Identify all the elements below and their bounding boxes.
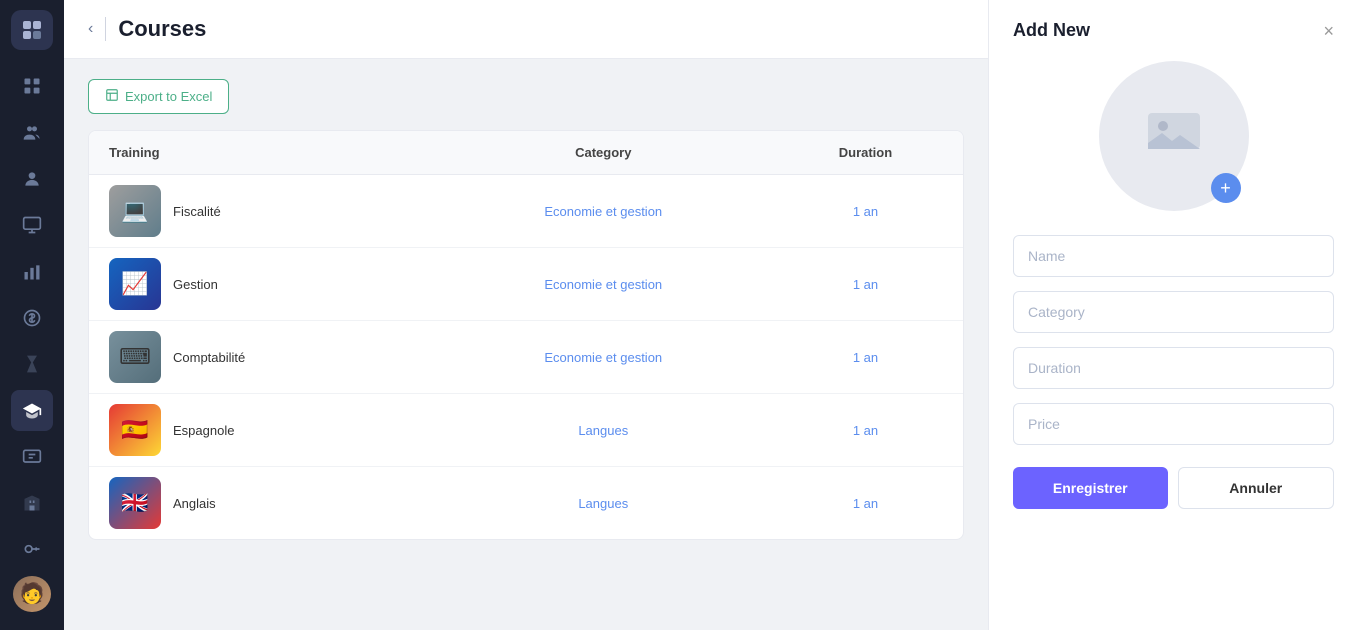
training-thumbnail: ⌨ bbox=[109, 331, 161, 383]
header-divider bbox=[105, 17, 106, 41]
cell-training: 📈 Gestion bbox=[89, 248, 439, 321]
training-thumbnail: 📈 bbox=[109, 258, 161, 310]
main-area: ‹ Courses Export to Excel Training Categ… bbox=[64, 0, 988, 630]
sidebar-item-dashboard[interactable] bbox=[11, 66, 53, 106]
sidebar-item-key[interactable] bbox=[11, 529, 53, 569]
sidebar-item-courses[interactable] bbox=[11, 390, 53, 430]
table-row: ⌨ Comptabilité Economie et gestion 1 an bbox=[89, 321, 963, 394]
sidebar-item-chart[interactable] bbox=[11, 251, 53, 291]
duration-value: 1 an bbox=[853, 496, 878, 511]
back-button[interactable]: ‹ bbox=[88, 20, 93, 38]
category-link[interactable]: Economie et gestion bbox=[544, 350, 662, 365]
cell-training: 💻 Fiscalité bbox=[89, 175, 439, 248]
table-row: 🇬🇧 Anglais Langues 1 an bbox=[89, 467, 963, 540]
export-label: Export to Excel bbox=[125, 89, 212, 104]
image-circle: + bbox=[1099, 61, 1249, 211]
sidebar-item-hourglass[interactable] bbox=[11, 344, 53, 384]
duration-input[interactable] bbox=[1013, 347, 1334, 389]
category-link[interactable]: Langues bbox=[578, 423, 628, 438]
training-thumbnail: 💻 bbox=[109, 185, 161, 237]
price-field bbox=[1013, 403, 1334, 445]
sidebar: 🧑 bbox=[0, 0, 64, 630]
cell-category: Economie et gestion bbox=[439, 175, 768, 248]
training-name: Fiscalité bbox=[173, 204, 221, 219]
cancel-button[interactable]: Annuler bbox=[1178, 467, 1335, 509]
cell-category: Langues bbox=[439, 394, 768, 467]
sidebar-item-building[interactable] bbox=[11, 483, 53, 523]
export-icon bbox=[105, 88, 119, 105]
export-button[interactable]: Export to Excel bbox=[88, 79, 229, 114]
table-row: 📈 Gestion Economie et gestion 1 an bbox=[89, 248, 963, 321]
training-name: Anglais bbox=[173, 496, 216, 511]
cell-duration: 1 an bbox=[768, 248, 963, 321]
category-link[interactable]: Economie et gestion bbox=[544, 277, 662, 292]
add-image-button[interactable]: + bbox=[1211, 173, 1241, 203]
toolbar: Export to Excel bbox=[88, 79, 964, 114]
category-link[interactable]: Langues bbox=[578, 496, 628, 511]
cell-training: 🇬🇧 Anglais bbox=[89, 467, 439, 540]
duration-field bbox=[1013, 347, 1334, 389]
training-name: Gestion bbox=[173, 277, 218, 292]
name-field bbox=[1013, 235, 1334, 277]
name-input[interactable] bbox=[1013, 235, 1334, 277]
courses-table: Training Category Duration 💻 Fiscalité E… bbox=[88, 130, 964, 540]
content-area: Export to Excel Training Category Durati… bbox=[64, 59, 988, 630]
duration-value: 1 an bbox=[853, 277, 878, 292]
cell-duration: 1 an bbox=[768, 467, 963, 540]
panel-header: Add New × bbox=[1013, 20, 1334, 41]
category-field bbox=[1013, 291, 1334, 333]
sidebar-item-monitor[interactable] bbox=[11, 205, 53, 245]
duration-value: 1 an bbox=[853, 423, 878, 438]
sidebar-item-users[interactable] bbox=[11, 159, 53, 199]
panel-close-button[interactable]: × bbox=[1323, 22, 1334, 40]
col-category: Category bbox=[439, 131, 768, 175]
avatar[interactable]: 🧑 bbox=[13, 576, 51, 612]
col-training: Training bbox=[89, 131, 439, 175]
page-title: Courses bbox=[118, 16, 206, 42]
image-upload-area: + bbox=[1013, 61, 1334, 211]
sidebar-item-certificate[interactable] bbox=[11, 437, 53, 477]
add-new-panel: Add New × + Enregistrer Annuler bbox=[988, 0, 1358, 630]
panel-title: Add New bbox=[1013, 20, 1090, 41]
cell-duration: 1 an bbox=[768, 321, 963, 394]
sidebar-logo bbox=[11, 10, 53, 50]
cell-category: Langues bbox=[439, 467, 768, 540]
training-thumbnail: 🇪🇸 bbox=[109, 404, 161, 456]
duration-value: 1 an bbox=[853, 350, 878, 365]
cell-category: Economie et gestion bbox=[439, 248, 768, 321]
category-link[interactable]: Economie et gestion bbox=[544, 204, 662, 219]
table-row: 💻 Fiscalité Economie et gestion 1 an bbox=[89, 175, 963, 248]
header: ‹ Courses bbox=[64, 0, 988, 59]
image-placeholder-icon bbox=[1146, 107, 1202, 165]
training-thumbnail: 🇬🇧 bbox=[109, 477, 161, 529]
cell-category: Economie et gestion bbox=[439, 321, 768, 394]
table-row: 🇪🇸 Espagnole Langues 1 an bbox=[89, 394, 963, 467]
duration-value: 1 an bbox=[853, 204, 878, 219]
panel-footer: Enregistrer Annuler bbox=[1013, 467, 1334, 509]
price-input[interactable] bbox=[1013, 403, 1334, 445]
sidebar-item-group[interactable] bbox=[11, 113, 53, 153]
cell-training: 🇪🇸 Espagnole bbox=[89, 394, 439, 467]
cell-training: ⌨ Comptabilité bbox=[89, 321, 439, 394]
save-button[interactable]: Enregistrer bbox=[1013, 467, 1168, 509]
training-name: Espagnole bbox=[173, 423, 234, 438]
table-header-row: Training Category Duration bbox=[89, 131, 963, 175]
cell-duration: 1 an bbox=[768, 394, 963, 467]
category-input[interactable] bbox=[1013, 291, 1334, 333]
cell-duration: 1 an bbox=[768, 175, 963, 248]
col-duration: Duration bbox=[768, 131, 963, 175]
sidebar-item-billing[interactable] bbox=[11, 298, 53, 338]
training-name: Comptabilité bbox=[173, 350, 245, 365]
